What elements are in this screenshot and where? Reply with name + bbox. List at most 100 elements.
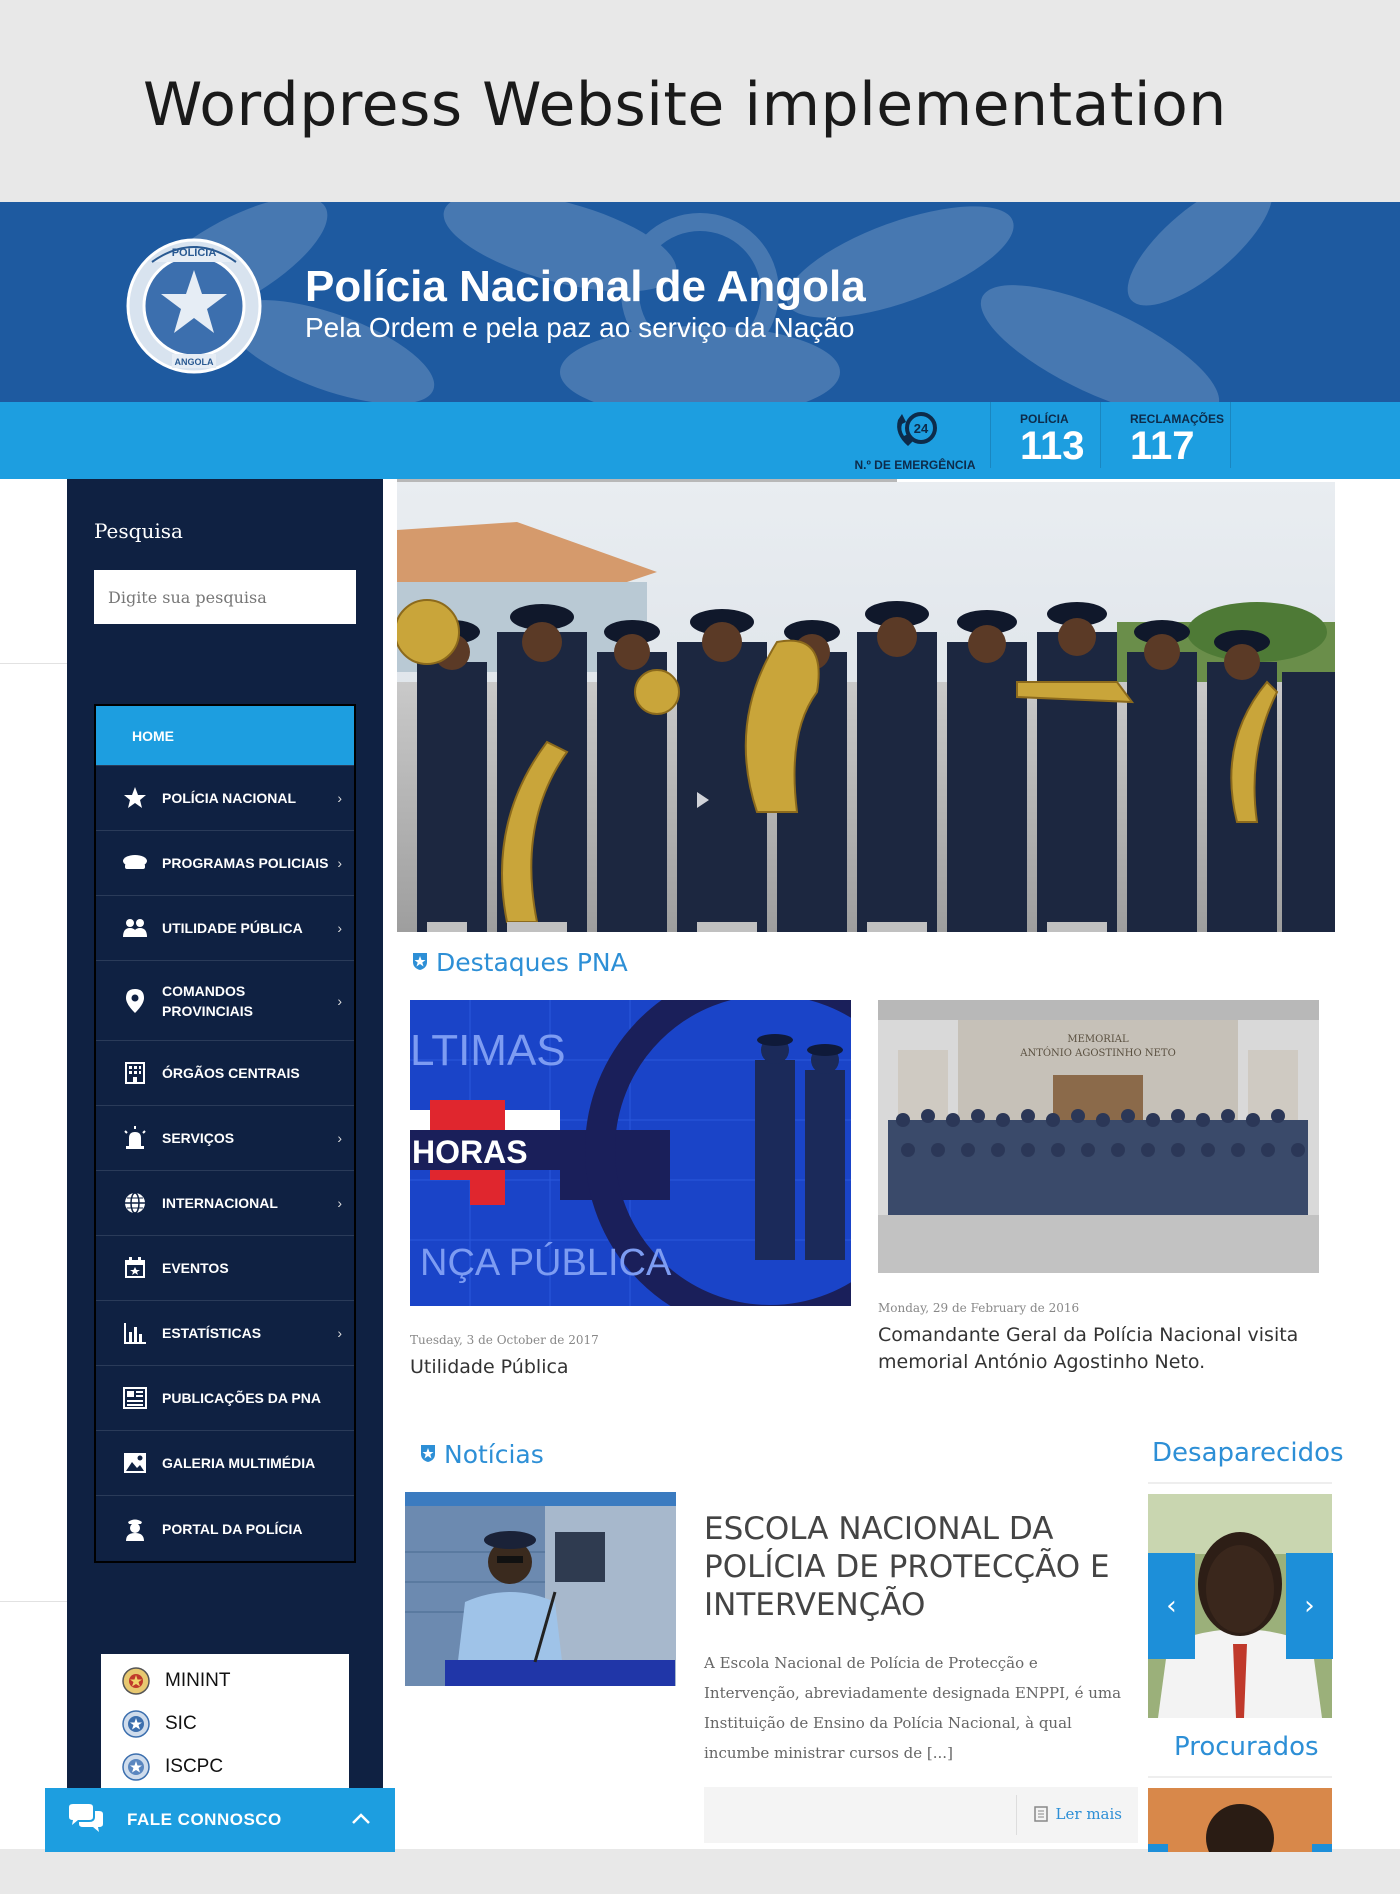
svg-text:POLÍCIA: POLÍCIA <box>172 246 217 259</box>
chevron-right-icon: › <box>337 1130 342 1146</box>
menu-item-comandos-provinciais[interactable]: COMANDOS PROVINCIAIS › <box>96 961 354 1041</box>
menu-item-label: SERVIÇOS <box>162 1130 235 1146</box>
link-label: SIC <box>165 1713 197 1734</box>
wanted-person-photo[interactable] <box>1148 1788 1332 1852</box>
users-icon <box>122 915 148 941</box>
read-more-link[interactable]: Ler mais <box>1015 1795 1122 1835</box>
link-label: ISCPC <box>165 1756 224 1777</box>
menu-item-policia-nacional[interactable]: POLÍCIA NACIONAL › <box>96 766 354 831</box>
svg-text:24: 24 <box>914 421 929 436</box>
divider <box>1230 402 1231 468</box>
svg-text:LTIMAS: LTIMAS <box>410 1026 566 1075</box>
missing-title[interactable]: Desaparecidos <box>1152 1438 1344 1468</box>
site-title[interactable]: Polícia Nacional de Angola <box>305 262 866 312</box>
highlight-title[interactable]: Utilidade Pública <box>410 1354 851 1381</box>
news-image[interactable] <box>405 1492 676 1686</box>
menu-item-internacional[interactable]: INTERNACIONAL › <box>96 1171 354 1236</box>
chevron-right-icon: › <box>1304 1591 1315 1621</box>
read-more-label: Ler mais <box>1055 1805 1122 1823</box>
partner-links: MININT SIC ISCPC <box>101 1654 349 1804</box>
news-excerpt: A Escola Nacional de Polícia de Protecçã… <box>704 1654 1122 1762</box>
iscpc-seal-icon <box>122 1753 150 1781</box>
divider <box>990 402 991 468</box>
highlight-card-image-1[interactable]: LTIMAS HORAS NÇA PÚBLICA <box>410 1000 851 1306</box>
news-title-text: Notícias <box>444 1440 544 1469</box>
news-headline[interactable]: ESCOLA NACIONAL DA POLÍCIA DE PROTECÇÃO … <box>704 1510 1124 1624</box>
site-header: POLÍCIA ANGOLA Polícia Nacional de Angol… <box>0 202 1400 402</box>
missing-prev-button[interactable]: ‹ <box>1148 1553 1195 1659</box>
highlight-image-utilidade: LTIMAS HORAS NÇA PÚBLICA <box>410 1000 851 1306</box>
menu-item-label: HOME <box>132 727 174 744</box>
showcase-title: Wordpress Website implementation <box>143 70 1227 140</box>
link-sic[interactable]: SIC <box>121 1709 197 1739</box>
hero-slider[interactable] <box>397 482 1335 932</box>
phone-24-icon: 24 <box>897 412 937 446</box>
building-icon <box>122 1060 148 1086</box>
chevron-left-icon: ‹ <box>1166 1591 1177 1621</box>
menu-item-orgaos-centrais[interactable]: ÓRGÃOS CENTRAIS <box>96 1041 354 1106</box>
police-logo[interactable]: POLÍCIA ANGOLA <box>122 232 267 377</box>
emergency-number-value: 113 <box>1020 424 1085 468</box>
sic-seal-icon <box>122 1710 150 1738</box>
chat-label: FALE CONNOSCO <box>127 1810 282 1829</box>
news-photo-officer-speaking <box>405 1492 676 1686</box>
link-minint[interactable]: MININT <box>121 1666 230 1696</box>
page: Wordpress Website implementation POLÍCIA… <box>0 0 1400 1894</box>
svg-text:NÇA PÚBLICA: NÇA PÚBLICA <box>420 1241 672 1284</box>
sidebar: Pesquisa HOME POLÍCIA NACIONAL › PROGRAM… <box>67 479 383 1859</box>
menu-item-home[interactable]: HOME <box>96 706 354 766</box>
emergency-number-police[interactable]: POLÍCIA 113 <box>1020 412 1085 466</box>
menu-item-label: COMANDOS PROVINCIAIS <box>162 982 254 1019</box>
search-input[interactable] <box>94 570 356 624</box>
news-title: Notícias <box>418 1440 544 1469</box>
menu-item-label: INTERNACIONAL <box>162 1195 278 1211</box>
siren-icon <box>122 1125 148 1151</box>
police-badge-icon <box>410 948 430 977</box>
search-title: Pesquisa <box>94 519 183 543</box>
divider <box>0 663 67 664</box>
contact-chat-button[interactable]: FALE CONNOSCO <box>45 1788 395 1852</box>
police-cap-icon <box>122 850 148 876</box>
menu-item-programas-policiais[interactable]: PROGRAMAS POLICIAIS › <box>96 831 354 896</box>
menu-item-label: ESTATÍSTICAS <box>162 1325 262 1341</box>
svg-text:ANTÓNIO AGOSTINHO NETO: ANTÓNIO AGOSTINHO NETO <box>1019 1047 1176 1059</box>
chat-bubbles-icon <box>67 1803 105 1838</box>
wanted-title[interactable]: Procurados <box>1174 1732 1319 1762</box>
missing-next-button[interactable]: › <box>1286 1553 1333 1659</box>
highlight-card-image-2[interactable]: MEMORIAL ANTÓNIO AGOSTINHO NETO <box>878 1000 1319 1273</box>
divider <box>1148 1776 1332 1778</box>
link-iscpc[interactable]: ISCPC <box>121 1752 223 1782</box>
main-menu: HOME POLÍCIA NACIONAL › PROGRAMAS POLICI… <box>94 704 356 1563</box>
chevron-right-icon: › <box>337 1195 342 1211</box>
divider <box>0 1601 67 1602</box>
emergency-phone: 24 N.º DE EMERGÊNCIA <box>850 408 980 472</box>
menu-item-label: PUBLICAÇÕES DA PNA <box>162 1390 321 1406</box>
menu-item-label: PORTAL DA POLÍCIA <box>162 1520 303 1537</box>
document-icon <box>1033 1806 1048 1822</box>
menu-item-servicos[interactable]: SERVIÇOS › <box>96 1106 354 1171</box>
chevron-right-icon: › <box>337 920 342 936</box>
read-more-bar: Ler mais <box>704 1787 1138 1843</box>
menu-item-label: PROGRAMAS POLICIAIS <box>162 855 329 871</box>
map-pin-icon <box>122 988 148 1014</box>
police-badge-icon <box>418 1440 438 1469</box>
link-label: MININT <box>165 1670 231 1691</box>
menu-item-publicacoes[interactable]: PUBLICAÇÕES DA PNA <box>96 1366 354 1431</box>
page-bottom <box>0 1852 1400 1894</box>
chevron-right-icon: › <box>337 855 342 871</box>
menu-item-portal[interactable]: PORTAL DA POLÍCIA <box>96 1496 354 1561</box>
emergency-number-complaints[interactable]: RECLAMAÇÕES 117 <box>1130 412 1224 466</box>
menu-item-estatisticas[interactable]: ESTATÍSTICAS › <box>96 1301 354 1366</box>
emergency-bar: 24 N.º DE EMERGÊNCIA POLÍCIA 113 RECLAMA… <box>0 402 1400 479</box>
chevron-right-icon: › <box>337 790 342 806</box>
highlight-image-memorial: MEMORIAL ANTÓNIO AGOSTINHO NETO <box>878 1000 1319 1273</box>
calendar-icon <box>122 1255 148 1281</box>
menu-item-eventos[interactable]: EVENTOS <box>96 1236 354 1301</box>
svg-text:ANGOLA: ANGOLA <box>175 357 214 367</box>
menu-item-galeria[interactable]: GALERIA MULTIMÉDIA <box>96 1431 354 1496</box>
image-icon <box>122 1450 148 1476</box>
menu-item-utilidade-publica[interactable]: UTILIDADE PÚBLICA › <box>96 896 354 961</box>
highlight-title[interactable]: Comandante Geral da Polícia Nacional vis… <box>878 1322 1319 1376</box>
menu-item-label: EVENTOS <box>162 1260 229 1276</box>
chevron-up-icon <box>351 1810 371 1830</box>
